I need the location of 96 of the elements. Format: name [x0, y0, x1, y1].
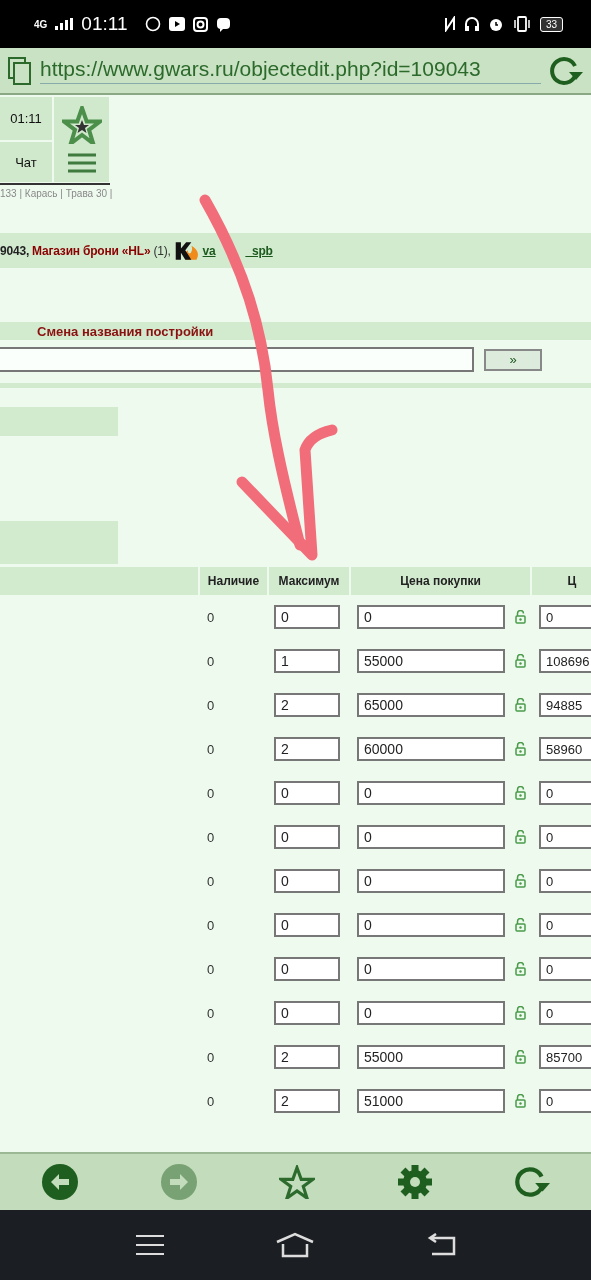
- lock-icon[interactable]: [515, 654, 526, 668]
- column-header: Наличие: [200, 567, 267, 595]
- clock: 01:11: [81, 13, 128, 35]
- buy-price-input[interactable]: 51000: [357, 1089, 505, 1113]
- price-input[interactable]: 0: [539, 957, 591, 981]
- nfc-icon: [443, 16, 456, 32]
- max-input[interactable]: 2: [274, 1045, 340, 1069]
- lock-icon[interactable]: [515, 1050, 526, 1064]
- home-icon[interactable]: [274, 1232, 315, 1258]
- price-input[interactable]: 0: [539, 913, 591, 937]
- buy-price-input[interactable]: 0: [357, 825, 505, 849]
- lock-icon[interactable]: [515, 1006, 526, 1020]
- lock-icon[interactable]: [515, 698, 526, 712]
- battery-level: 33: [539, 16, 563, 32]
- buy-price-input[interactable]: 0: [357, 605, 505, 629]
- price-input[interactable]: 0: [539, 869, 591, 893]
- max-input[interactable]: 0: [274, 869, 340, 893]
- lock-icon[interactable]: [515, 874, 526, 888]
- max-input[interactable]: 2: [274, 693, 340, 717]
- back-button[interactable]: [40, 1163, 79, 1201]
- column-header: Максимум: [269, 567, 349, 595]
- lock-icon[interactable]: [515, 918, 526, 932]
- owner-link[interactable]: va: [202, 243, 216, 258]
- building-count: (1),: [153, 243, 171, 258]
- price-input[interactable]: 58960: [539, 737, 591, 761]
- section-title: Смена названия постройки: [37, 323, 214, 339]
- stock-value: 0: [207, 961, 215, 977]
- reload-icon[interactable]: [549, 54, 583, 87]
- signal-icon: [55, 18, 74, 30]
- stock-value: 0: [207, 1093, 215, 1109]
- vibrate-icon: [511, 16, 532, 32]
- price-input[interactable]: 0: [539, 825, 591, 849]
- resources-line: 133 | Карась | Трава 30 |: [0, 188, 114, 199]
- alarm-clock-icon: [487, 16, 504, 32]
- stock-value: 0: [207, 917, 215, 933]
- buy-price-input[interactable]: 55000: [357, 1045, 505, 1069]
- max-input[interactable]: 2: [274, 1089, 340, 1113]
- column-header: Ц: [532, 567, 591, 595]
- max-input[interactable]: 0: [274, 781, 340, 805]
- max-input[interactable]: 1: [274, 649, 340, 673]
- name-input[interactable]: [0, 347, 474, 372]
- headphones-icon: [463, 16, 480, 32]
- building-id: 9043,: [0, 243, 30, 258]
- stock-value: 0: [207, 653, 215, 669]
- stock-value: 0: [207, 609, 215, 625]
- lock-icon[interactable]: [515, 962, 526, 976]
- max-input[interactable]: 2: [274, 737, 340, 761]
- phone-bubble-icon: [216, 16, 232, 32]
- buy-price-input[interactable]: 0: [357, 957, 505, 981]
- price-input[interactable]: 108696: [539, 649, 591, 673]
- owner-link[interactable]: _spb: [245, 243, 273, 258]
- stock-value: 0: [207, 785, 215, 801]
- play-icon: [169, 17, 186, 31]
- stock-value: 0: [207, 741, 215, 757]
- lock-icon[interactable]: [515, 786, 526, 800]
- price-input[interactable]: 0: [539, 781, 591, 805]
- stock-value: 0: [207, 873, 215, 889]
- lock-icon[interactable]: [515, 742, 526, 756]
- lock-icon[interactable]: [515, 610, 526, 624]
- copy-icon[interactable]: [8, 56, 32, 85]
- price-input[interactable]: 0: [539, 1001, 591, 1025]
- camera-icon: [193, 16, 209, 32]
- price-input[interactable]: 94885: [539, 693, 591, 717]
- price-input[interactable]: 0: [539, 1089, 591, 1113]
- max-input[interactable]: 0: [274, 1001, 340, 1025]
- stock-value: 0: [207, 697, 215, 713]
- buy-price-input[interactable]: 0: [357, 869, 505, 893]
- stock-value: 0: [207, 1049, 215, 1065]
- lock-icon[interactable]: [515, 1094, 526, 1108]
- time-label: 01:11: [0, 97, 52, 140]
- back-icon[interactable]: [425, 1233, 456, 1257]
- buy-price-input[interactable]: 0: [357, 781, 505, 805]
- flame-logo-icon: [173, 239, 200, 262]
- settings-icon[interactable]: [396, 1164, 433, 1200]
- price-input[interactable]: 0: [539, 605, 591, 629]
- price-input[interactable]: 85700: [539, 1045, 591, 1069]
- submit-button[interactable]: »: [484, 348, 542, 371]
- star-icon[interactable]: [279, 1165, 316, 1199]
- building-name: Магазин брони «HL»: [32, 243, 151, 258]
- stock-value: 0: [207, 1005, 215, 1021]
- reload-icon[interactable]: [514, 1165, 551, 1199]
- buy-price-input[interactable]: 65000: [357, 693, 505, 717]
- max-input[interactable]: 0: [274, 957, 340, 981]
- column-header: Цена покупки: [351, 567, 530, 595]
- buy-price-input[interactable]: 60000: [357, 737, 505, 761]
- stock-value: 0: [207, 829, 215, 845]
- chat-tab[interactable]: Чат: [0, 142, 52, 182]
- star-icon[interactable]: [61, 105, 102, 144]
- buy-price-input[interactable]: 55000: [357, 649, 505, 673]
- max-input[interactable]: 0: [274, 913, 340, 937]
- max-input[interactable]: 0: [274, 825, 340, 849]
- buy-price-input[interactable]: 0: [357, 1001, 505, 1025]
- max-input[interactable]: 0: [274, 605, 340, 629]
- network-type: 4G: [34, 18, 48, 30]
- lock-icon[interactable]: [515, 830, 526, 844]
- buy-price-input[interactable]: 0: [357, 913, 505, 937]
